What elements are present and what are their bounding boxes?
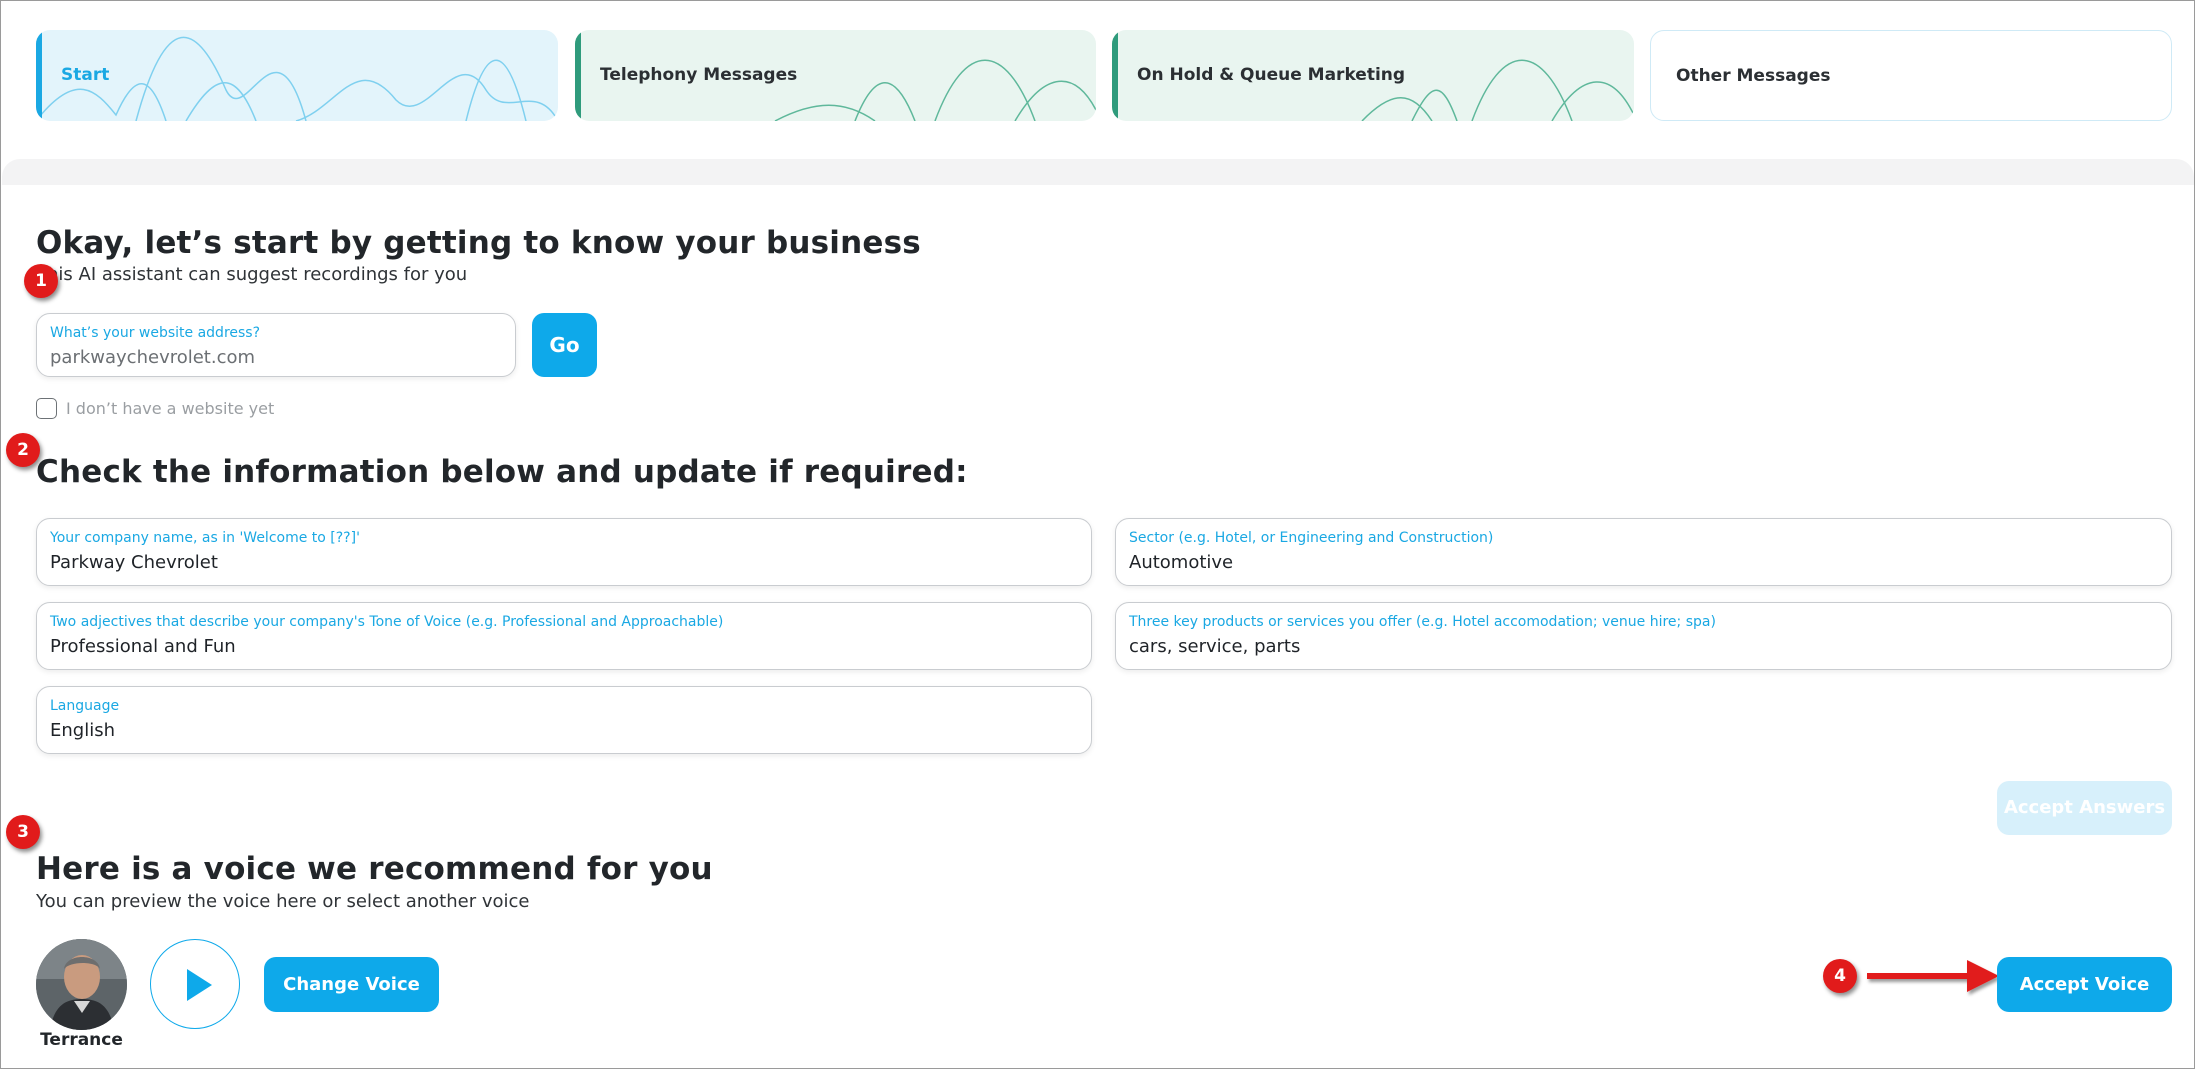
step-badge-4: 4 <box>1823 959 1857 993</box>
voice-title: Here is a voice we recommend for you <box>36 851 713 887</box>
tab-other-messages[interactable]: Other Messages <box>1650 30 2172 121</box>
tab-accent-bar <box>575 30 581 121</box>
website-field-label: What’s your website address? <box>50 325 261 341</box>
checkbox-unchecked-icon[interactable] <box>36 397 57 419</box>
voice-avatar <box>36 939 127 1030</box>
company-name-field[interactable]: Your company name, as in 'Welcome to [??… <box>36 518 1092 586</box>
red-arrow-icon <box>1867 960 1999 992</box>
tone-of-voice-field[interactable]: Two adjectives that describe your compan… <box>36 602 1092 670</box>
no-website-label: I don’t have a website yet <box>66 398 275 418</box>
window-frame: Start Telephony Messages On Hold & Queue… <box>0 0 2195 1069</box>
step-badge-1: 1 <box>24 264 58 298</box>
key-products-input[interactable]: cars, service, parts <box>1129 636 1300 657</box>
tab-label: Telephony Messages <box>600 65 798 85</box>
info-title: Check the information below and update i… <box>36 454 968 490</box>
company-name-label: Your company name, as in 'Welcome to [??… <box>50 530 360 546</box>
step-badge-3: 3 <box>6 815 40 849</box>
section-divider <box>2 159 2194 185</box>
language-field[interactable]: Language English <box>36 686 1092 754</box>
accept-answers-button[interactable]: Accept Answers <box>1997 781 2172 835</box>
play-icon <box>187 969 212 1001</box>
voice-name: Terrance <box>40 1030 123 1050</box>
change-voice-button[interactable]: Change Voice <box>264 957 439 1012</box>
sector-field[interactable]: Sector (e.g. Hotel, or Engineering and C… <box>1115 518 2172 586</box>
tone-of-voice-label: Two adjectives that describe your compan… <box>50 614 724 630</box>
language-label: Language <box>50 698 120 714</box>
key-products-label: Three key products or services you offer… <box>1129 614 1716 630</box>
tab-on-hold-queue-marketing[interactable]: On Hold & Queue Marketing <box>1112 30 1634 121</box>
sector-input[interactable]: Automotive <box>1129 552 1233 573</box>
voice-subtitle: You can preview the voice here or select… <box>36 891 530 912</box>
company-name-input[interactable]: Parkway Chevrolet <box>50 552 218 573</box>
play-voice-button[interactable] <box>150 939 240 1029</box>
tone-of-voice-input[interactable]: Professional and Fun <box>50 636 236 657</box>
accept-voice-button[interactable]: Accept Voice <box>1997 957 2172 1012</box>
tab-wave-decoration <box>36 36 558 121</box>
key-products-field[interactable]: Three key products or services you offer… <box>1115 602 2172 670</box>
website-field[interactable]: What’s your website address? parkwaychev… <box>36 313 516 377</box>
business-title: Okay, let’s start by getting to know you… <box>36 225 921 261</box>
language-input[interactable]: English <box>50 720 115 741</box>
business-subtitle: This AI assistant can suggest recordings… <box>36 264 468 285</box>
tab-start[interactable]: Start <box>36 30 558 121</box>
website-input[interactable]: parkwaychevrolet.com <box>50 347 255 368</box>
tab-accent-bar <box>1112 30 1118 121</box>
tab-accent-bar <box>36 30 42 121</box>
tab-telephony-messages[interactable]: Telephony Messages <box>575 30 1096 121</box>
tab-label: On Hold & Queue Marketing <box>1137 65 1406 85</box>
tabs-band: Start Telephony Messages On Hold & Queue… <box>2 2 2194 159</box>
sector-label: Sector (e.g. Hotel, or Engineering and C… <box>1129 530 1494 546</box>
tab-label: Start <box>61 65 110 85</box>
go-button[interactable]: Go <box>532 313 597 377</box>
tab-label: Other Messages <box>1676 66 1831 86</box>
no-website-checkbox-row[interactable]: I don’t have a website yet <box>36 397 274 419</box>
step-badge-2: 2 <box>6 433 40 467</box>
avatar-portrait-icon <box>36 939 127 1030</box>
